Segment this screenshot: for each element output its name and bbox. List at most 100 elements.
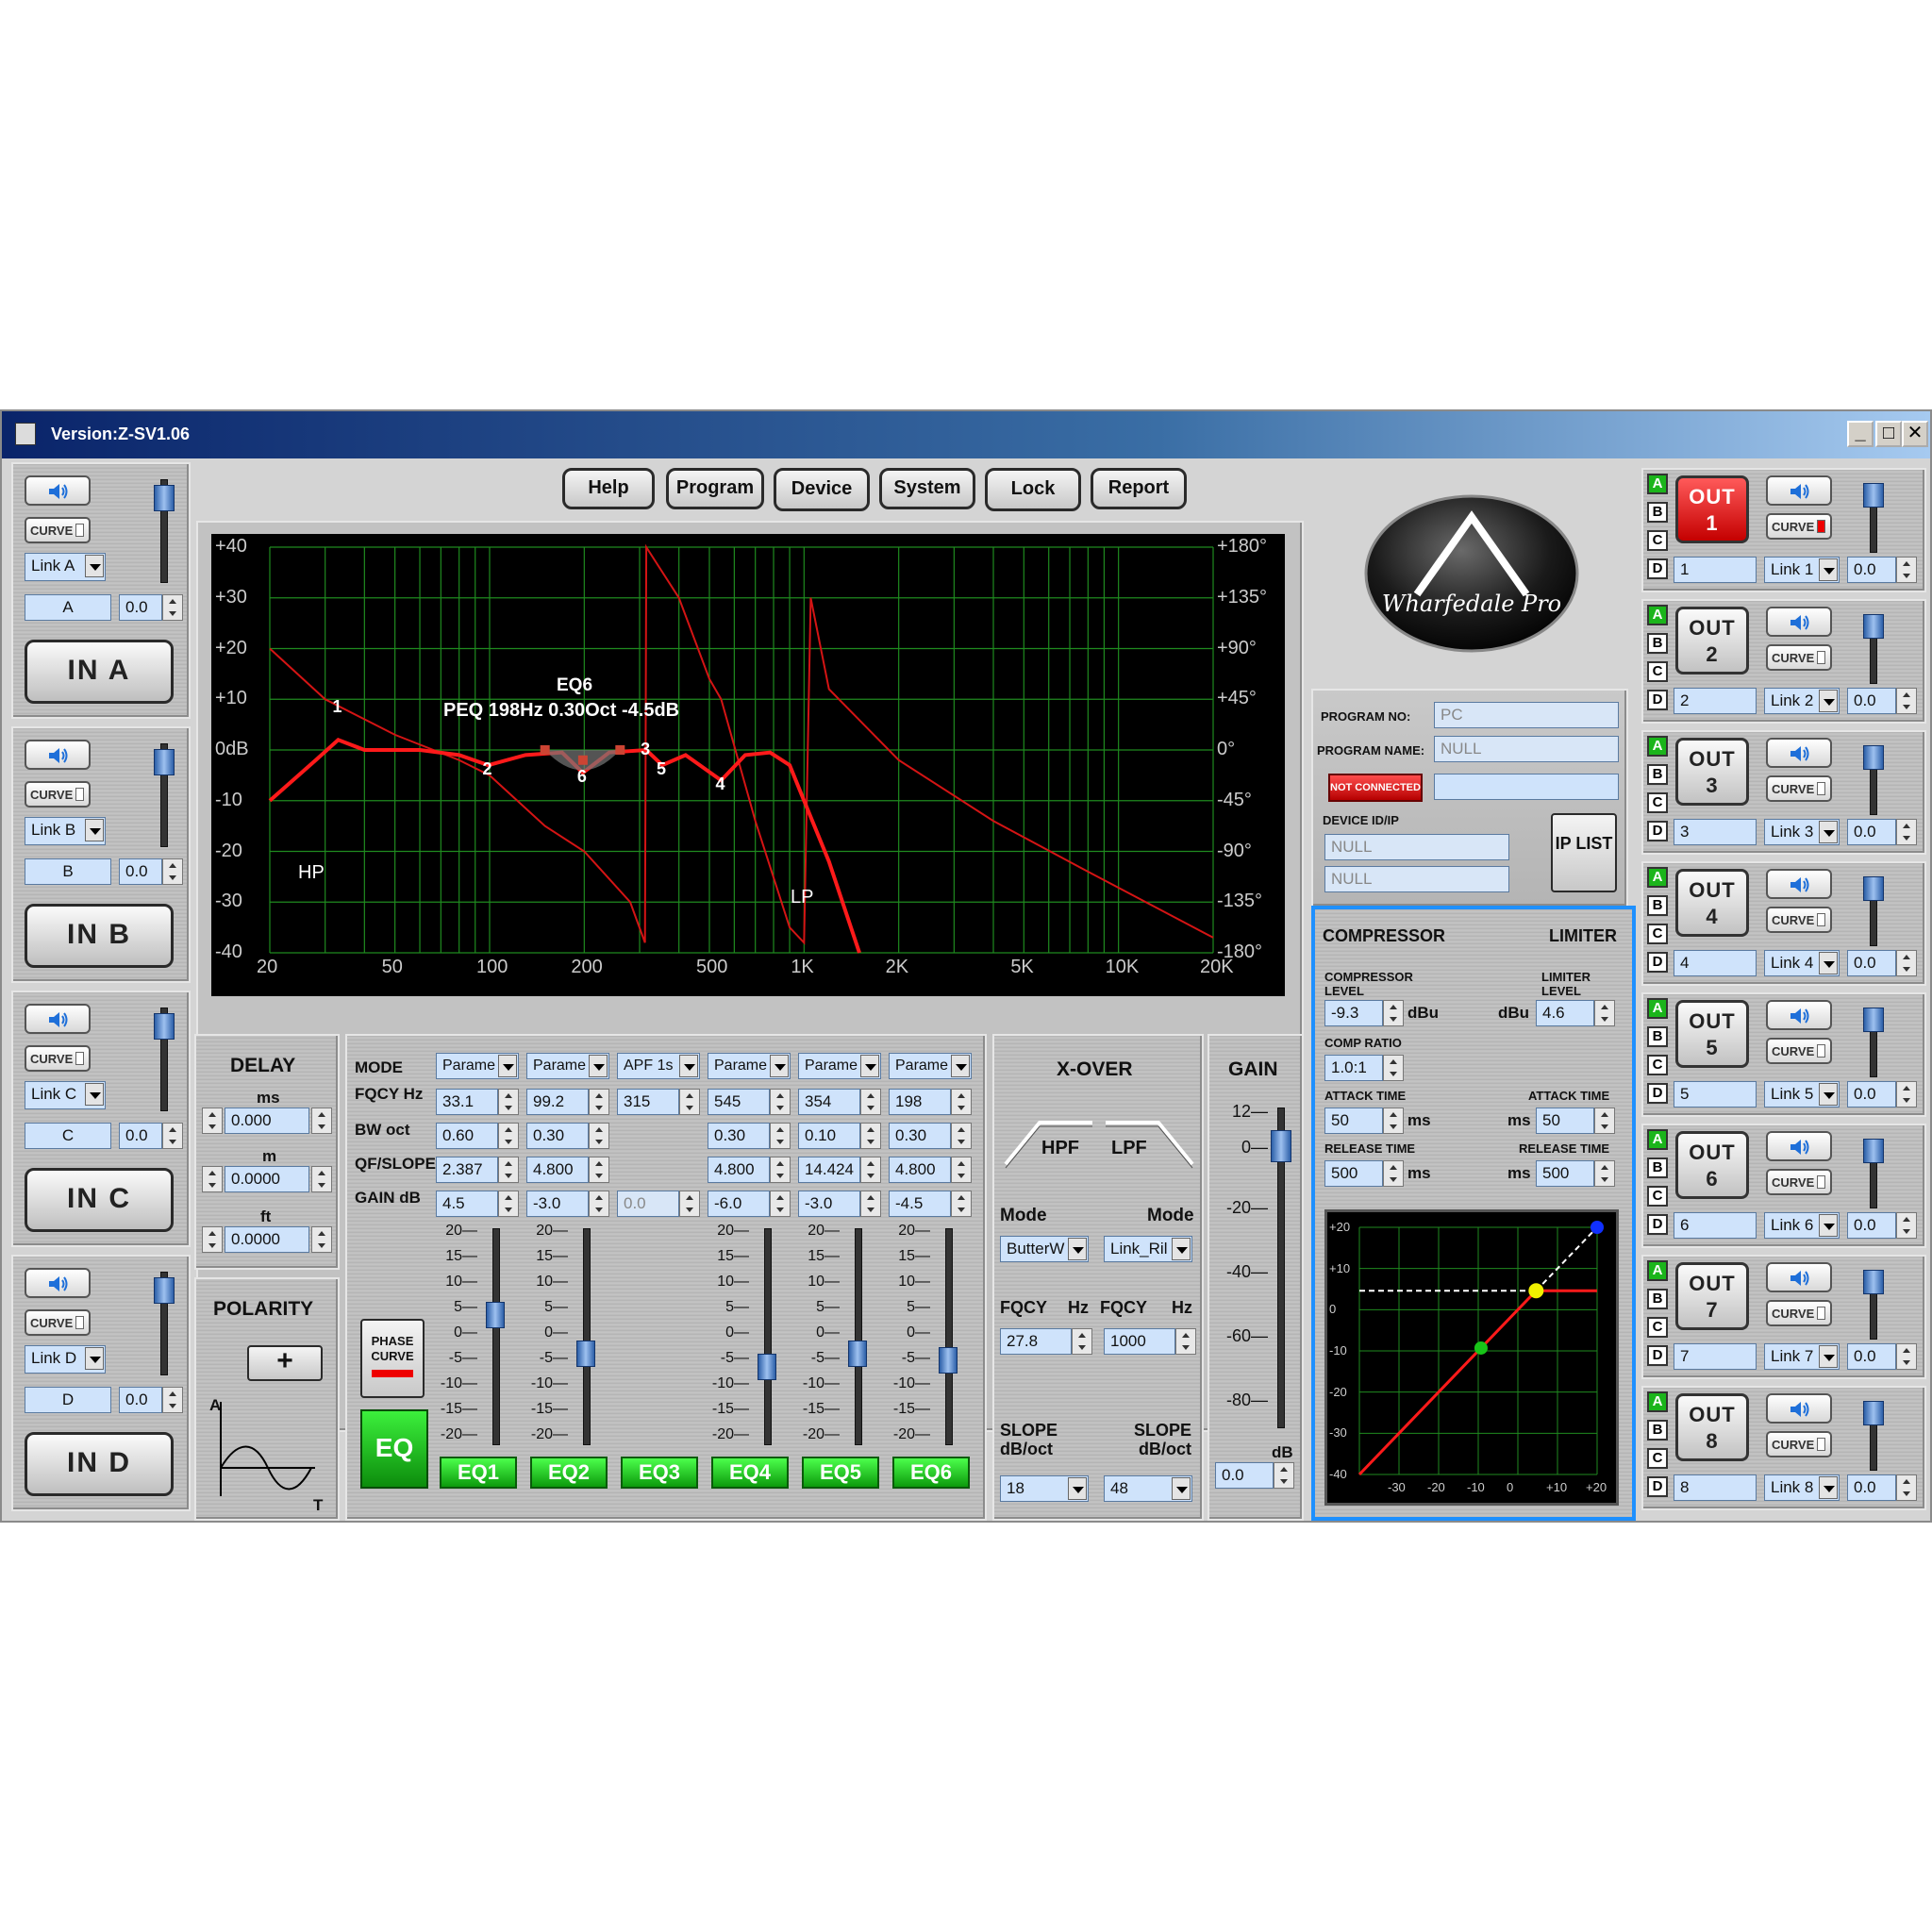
output-fader-thumb[interactable] <box>1863 876 1884 901</box>
delay-ms-down[interactable] <box>202 1108 223 1134</box>
route-c-toggle[interactable]: C <box>1647 661 1668 682</box>
output-gain-input[interactable]: 0.0 <box>1847 688 1896 714</box>
eq-bw-spin[interactable] <box>498 1123 519 1149</box>
system-button[interactable]: System <box>879 468 975 509</box>
eq-fqcy-spin[interactable] <box>589 1089 609 1115</box>
route-d-toggle[interactable]: D <box>1647 1345 1668 1366</box>
lpf-fqcy-spin[interactable] <box>1175 1328 1196 1355</box>
route-a-toggle[interactable]: A <box>1647 605 1668 625</box>
output-curve-toggle[interactable]: CURVE <box>1766 1169 1832 1195</box>
release-input[interactable]: 500 <box>1324 1160 1383 1187</box>
route-c-toggle[interactable]: C <box>1647 924 1668 944</box>
output-gain-spin[interactable] <box>1896 1343 1917 1370</box>
eq-fqcy-input[interactable]: 198 <box>889 1089 951 1115</box>
curve-toggle[interactable]: CURVE <box>25 1045 91 1072</box>
input-select-button[interactable]: IN C <box>25 1168 174 1232</box>
limit-attack-spin[interactable] <box>1594 1108 1615 1134</box>
route-b-toggle[interactable]: B <box>1647 502 1668 523</box>
eq-gain-slider-thumb[interactable] <box>848 1341 867 1367</box>
route-b-toggle[interactable]: B <box>1647 764 1668 785</box>
attack-input[interactable]: 50 <box>1324 1108 1383 1134</box>
output-name-input[interactable]: 6 <box>1674 1212 1757 1239</box>
device-button[interactable]: Device <box>774 468 870 511</box>
output-select-button[interactable]: OUT 4 <box>1675 869 1749 937</box>
eq-gain-spin[interactable] <box>589 1191 609 1217</box>
output-mute-button[interactable] <box>1766 869 1832 899</box>
output-link-select[interactable]: Link 2 <box>1764 688 1840 714</box>
output-fader-thumb[interactable] <box>1863 1139 1884 1163</box>
input-fader-thumb[interactable] <box>154 749 175 775</box>
input-fader-thumb[interactable] <box>154 1013 175 1040</box>
link-select[interactable]: Link C <box>25 1081 106 1109</box>
input-gain-spin[interactable] <box>162 1387 183 1413</box>
route-d-toggle[interactable]: D <box>1647 821 1668 841</box>
output-link-select[interactable]: Link 6 <box>1764 1212 1840 1239</box>
eq-band-button[interactable]: EQ1 <box>440 1457 517 1489</box>
gain-spin[interactable] <box>1274 1462 1294 1489</box>
output-name-input[interactable]: 1 <box>1674 557 1757 583</box>
input-select-button[interactable]: IN A <box>25 640 174 704</box>
limit-release-spin[interactable] <box>1594 1160 1615 1187</box>
input-fader-thumb[interactable] <box>154 485 175 511</box>
route-d-toggle[interactable]: D <box>1647 558 1668 579</box>
gain-input[interactable]: 0.0 <box>1215 1462 1274 1489</box>
output-gain-input[interactable]: 0.0 <box>1847 1081 1896 1108</box>
eq-qf-input[interactable]: 4.800 <box>708 1157 770 1183</box>
eq-gain-input[interactable]: -4.5 <box>889 1191 951 1217</box>
output-fader-thumb[interactable] <box>1863 483 1884 508</box>
eq-master-button[interactable]: EQ <box>360 1409 428 1489</box>
route-c-toggle[interactable]: C <box>1647 1186 1668 1207</box>
eq-qf-input[interactable]: 4.800 <box>526 1157 589 1183</box>
eq-fqcy-input[interactable]: 545 <box>708 1089 770 1115</box>
route-c-toggle[interactable]: C <box>1647 1448 1668 1469</box>
route-d-toggle[interactable]: D <box>1647 690 1668 710</box>
hpf-fqcy-spin[interactable] <box>1072 1328 1092 1355</box>
eq-fqcy-spin[interactable] <box>951 1089 972 1115</box>
route-b-toggle[interactable]: B <box>1647 1420 1668 1441</box>
eq-bw-spin[interactable] <box>589 1123 609 1149</box>
eq-band-button[interactable]: EQ3 <box>621 1457 698 1489</box>
output-fader-thumb[interactable] <box>1863 1401 1884 1425</box>
hpf-slope-select[interactable]: 18 <box>1000 1475 1089 1502</box>
limit-release-input[interactable]: 500 <box>1536 1160 1594 1187</box>
eq-fqcy-spin[interactable] <box>770 1089 791 1115</box>
output-name-input[interactable]: 4 <box>1674 950 1757 976</box>
output-curve-toggle[interactable]: CURVE <box>1766 775 1832 802</box>
output-mute-button[interactable] <box>1766 1000 1832 1030</box>
curve-toggle[interactable]: CURVE <box>25 1309 91 1336</box>
eq-qf-spin[interactable] <box>589 1157 609 1183</box>
eq-gain-input[interactable]: 4.5 <box>436 1191 498 1217</box>
eq-qf-input[interactable]: 2.387 <box>436 1157 498 1183</box>
eq-qf-spin[interactable] <box>951 1157 972 1183</box>
output-link-select[interactable]: Link 8 <box>1764 1474 1840 1501</box>
output-select-button[interactable]: OUT 6 <box>1675 1131 1749 1199</box>
eq-fqcy-input[interactable]: 33.1 <box>436 1089 498 1115</box>
output-gain-spin[interactable] <box>1896 557 1917 583</box>
lpf-mode-select[interactable]: Link_Ril <box>1104 1236 1192 1262</box>
output-mute-button[interactable] <box>1766 607 1832 637</box>
eq-qf-input[interactable]: 14.424 <box>798 1157 860 1183</box>
output-curve-toggle[interactable]: CURVE <box>1766 1038 1832 1064</box>
delay-ms-up[interactable] <box>311 1108 332 1134</box>
input-fader-thumb[interactable] <box>154 1277 175 1304</box>
route-c-toggle[interactable]: C <box>1647 530 1668 551</box>
ip-list-button[interactable]: IP LIST <box>1551 813 1617 892</box>
comp-ratio-input[interactable]: 1.0:1 <box>1324 1055 1383 1081</box>
mute-button[interactable] <box>25 475 91 506</box>
hpf-fqcy-input[interactable]: 27.8 <box>1000 1328 1072 1355</box>
eq-bw-input[interactable]: 0.30 <box>526 1123 589 1149</box>
report-button[interactable]: Report <box>1091 468 1187 509</box>
eq-gain-input[interactable]: -3.0 <box>798 1191 860 1217</box>
help-button[interactable]: Help <box>562 468 655 509</box>
eq-bw-input[interactable]: 0.10 <box>798 1123 860 1149</box>
delay-ft-up[interactable] <box>311 1226 332 1253</box>
mute-button[interactable] <box>25 1268 91 1298</box>
eq-gain-slider-track[interactable] <box>855 1228 862 1445</box>
output-fader-thumb[interactable] <box>1863 614 1884 639</box>
output-select-button[interactable]: OUT 1 <box>1675 475 1749 543</box>
eq-mode-select[interactable]: Parame <box>436 1053 519 1079</box>
output-gain-spin[interactable] <box>1896 1474 1917 1501</box>
delay-ms-input[interactable]: 0.000 <box>225 1108 309 1134</box>
output-name-input[interactable]: 5 <box>1674 1081 1757 1108</box>
route-a-toggle[interactable]: A <box>1647 474 1668 494</box>
